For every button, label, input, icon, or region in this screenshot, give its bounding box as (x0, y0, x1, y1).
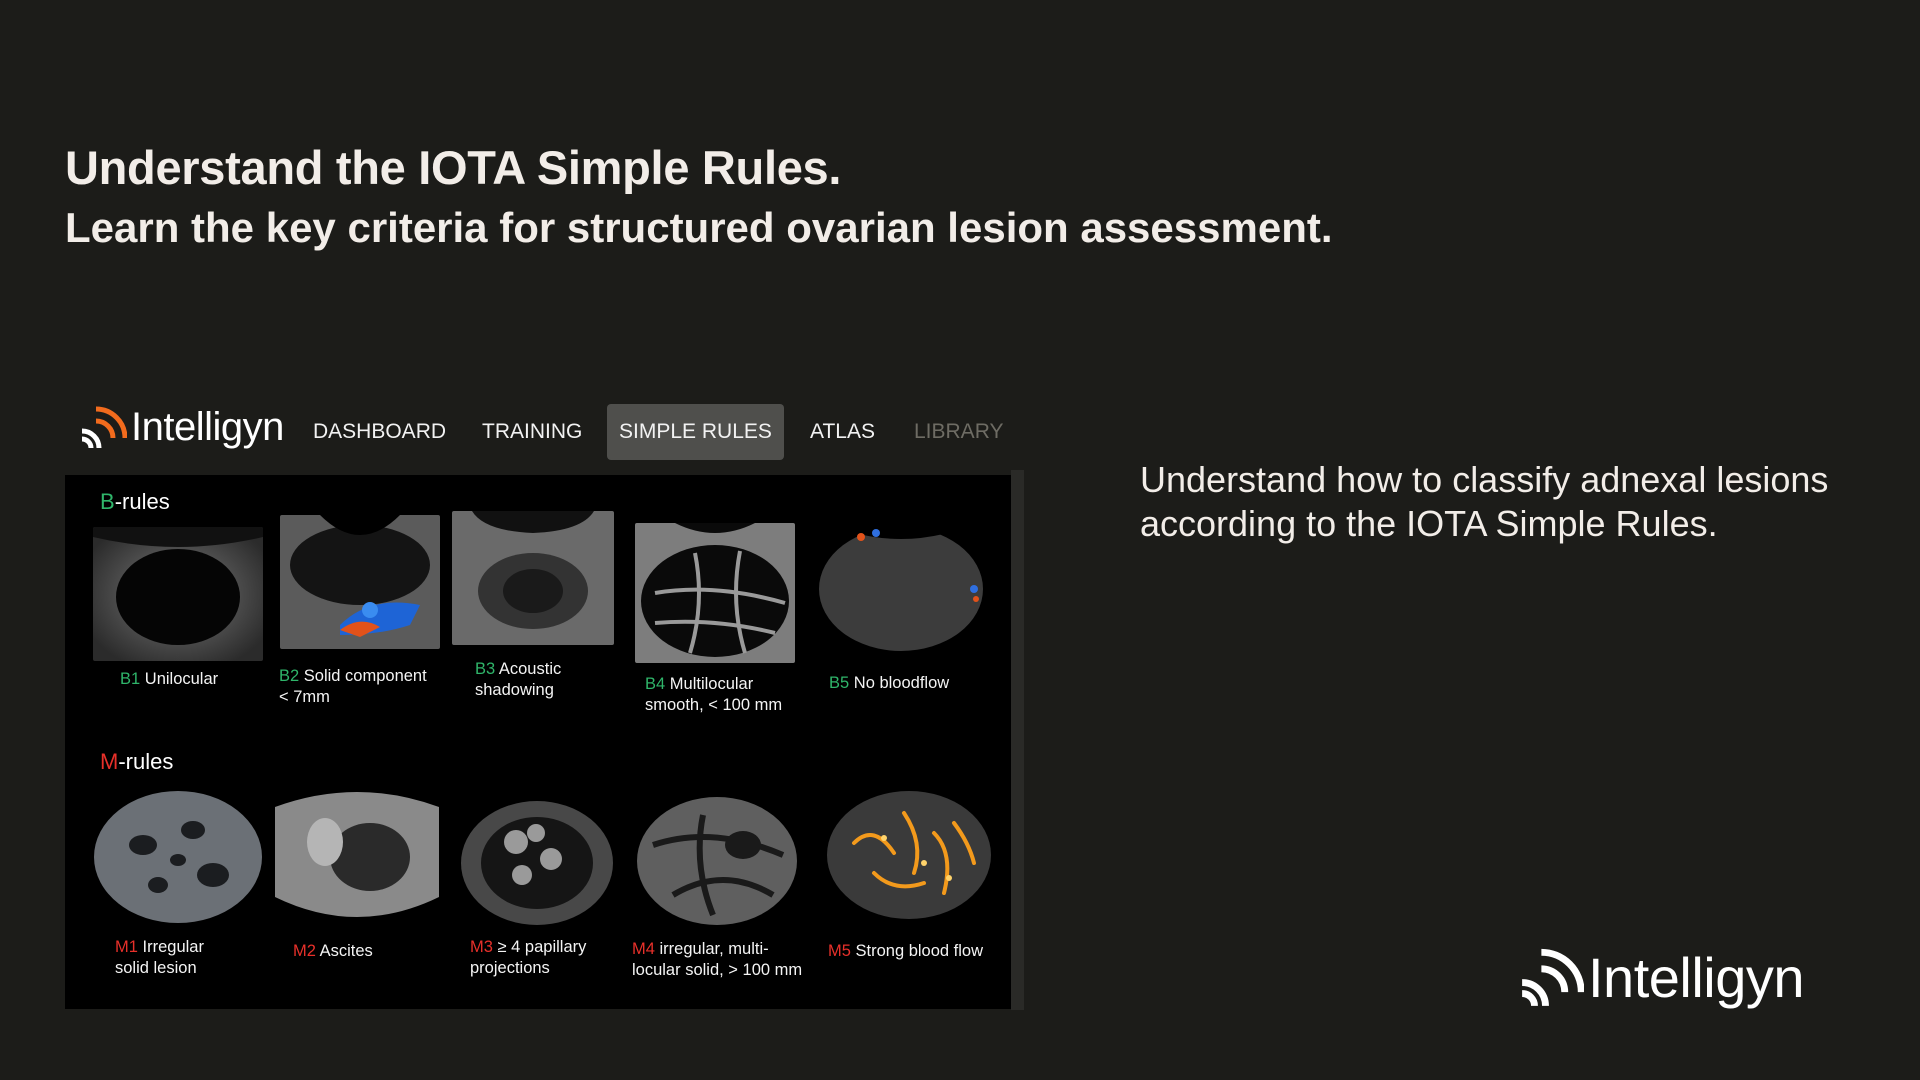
b4-ultrasound-image[interactable] (635, 523, 795, 663)
nav-library[interactable]: LIBRARY (902, 404, 1016, 460)
m1-ultrasound-image[interactable] (93, 785, 263, 925)
b2-code: B2 (279, 667, 300, 685)
b3-code: B3 (475, 660, 496, 678)
m2-ultrasound-image[interactable] (275, 787, 439, 927)
b5-code: B5 (829, 674, 850, 692)
m3-code: M3 (470, 938, 493, 956)
b3-label: Acoustic (498, 660, 562, 678)
b4-label: Multilocular (669, 675, 754, 693)
b5-ultrasound-image[interactable] (816, 519, 986, 653)
nav-training[interactable]: TRAINING (470, 404, 594, 460)
m5-code: M5 (828, 942, 851, 960)
b2-caption: B2 Solid component < 7mm (279, 666, 427, 708)
page-headline: Understand the IOTA Simple Rules. (65, 141, 842, 194)
m4-caption: M4 irregular, multi-locular solid, > 100… (632, 939, 802, 981)
m4-label2: locular solid, > 100 mm (632, 961, 803, 979)
m3-label: ≥ 4 papillary (497, 938, 587, 956)
m4-label: irregular, multi- (659, 940, 769, 958)
m-rules-prefix: M (100, 749, 119, 774)
app-screenshot: Intelligyn DASHBOARD TRAINING SIMPLE RUL… (65, 384, 1027, 1010)
m1-code: M1 (115, 938, 138, 956)
b-rules-title: B-rules (100, 489, 170, 515)
b2-label2: < 7mm (279, 688, 330, 706)
b-rules-prefix: B (100, 489, 115, 514)
b3-ultrasound-image[interactable] (452, 511, 614, 645)
m2-caption: M2 Ascites (293, 941, 373, 962)
app-logo[interactable]: Intelligyn (79, 396, 284, 458)
m4-code: M4 (632, 940, 655, 958)
brand-logo-text: Intelligyn (1588, 945, 1805, 1009)
b4-code: B4 (645, 675, 666, 693)
b-rules-suffix: -rules (114, 489, 170, 514)
app-logo-text: Intelligyn (131, 404, 284, 449)
app-navbar: Intelligyn DASHBOARD TRAINING SIMPLE RUL… (65, 384, 1027, 472)
nav-atlas[interactable]: ATLAS (798, 404, 887, 460)
b2-ultrasound-image[interactable] (280, 515, 440, 649)
nav-dashboard[interactable]: DASHBOARD (301, 404, 458, 460)
m5-ultrasound-image[interactable] (824, 783, 994, 923)
m-rules-title: M-rules (100, 749, 173, 775)
m-rules-suffix: -rules (118, 749, 174, 774)
m1-caption: M1 Irregular solid lesion (115, 937, 204, 979)
m3-ultrasound-image[interactable] (456, 787, 618, 929)
b5-label: No bloodflow (853, 674, 950, 692)
b1-ultrasound-image[interactable] (93, 527, 263, 661)
b4-caption: B4 Multilocular smooth, < 100 mm (645, 674, 782, 716)
m5-caption: M5 Strong blood flow (828, 941, 983, 962)
feature-description: Understand how to classify adnexal lesio… (1140, 459, 1829, 544)
intelligyn-logo-icon (81, 406, 127, 449)
b1-caption: B1 Unilocular (120, 669, 218, 690)
b3-caption: B3 Acoustic shadowing (475, 659, 561, 701)
simple-rules-panel: B-rules M-rules B1 Unilocular B2 Solid c… (65, 475, 1011, 1009)
m1-label2: solid lesion (115, 959, 197, 977)
intelligyn-logo-icon (1521, 948, 1584, 1007)
m3-caption: M3 ≥ 4 papillary projections (470, 937, 586, 979)
b5-caption: B5 No bloodflow (829, 673, 949, 694)
b1-code: B1 (120, 670, 141, 688)
brand-logo: Intelligyn (1518, 944, 1805, 1010)
b3-label2: shadowing (475, 681, 554, 699)
b2-label: Solid component (303, 667, 427, 685)
nav-simple-rules[interactable]: SIMPLE RULES (607, 404, 784, 460)
panel-scrollbar[interactable] (1011, 470, 1024, 1010)
m2-label: Ascites (319, 942, 373, 960)
m3-label2: projections (470, 959, 550, 977)
page-subheadline: Learn the key criteria for structured ov… (65, 204, 1333, 251)
m1-label: Irregular (142, 938, 204, 956)
m4-ultrasound-image[interactable] (633, 785, 801, 927)
m5-label: Strong blood flow (855, 942, 984, 960)
b1-label: Unilocular (144, 670, 219, 688)
b4-label2: smooth, < 100 mm (645, 696, 783, 714)
m2-code: M2 (293, 942, 316, 960)
